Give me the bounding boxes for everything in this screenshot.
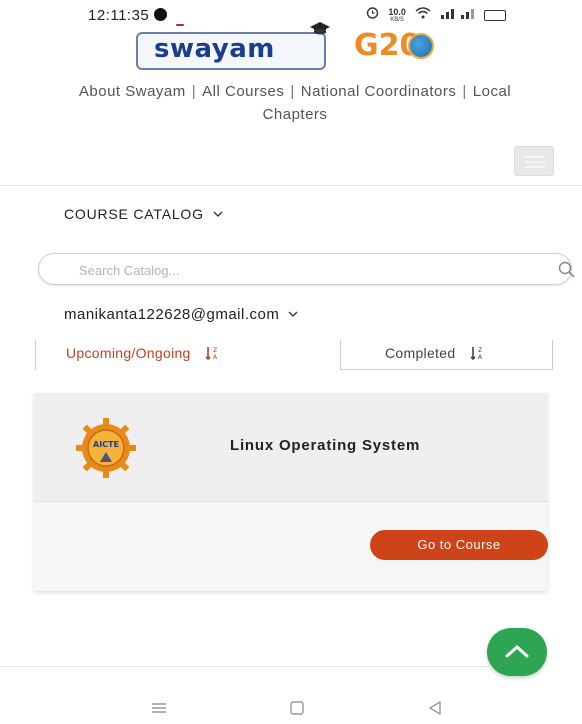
aicte-logo: AICTE <box>76 418 136 478</box>
g20-logo: G20 <box>354 28 438 68</box>
signal-icon <box>440 7 475 22</box>
status-icons: 10.0 KB/S <box>366 6 512 24</box>
search-catalog-box <box>38 253 575 285</box>
menu-icon <box>525 156 545 158</box>
swayam-logo-text: swayam <box>154 34 275 64</box>
menu-icon-line <box>525 166 545 168</box>
course-catalog-label: COURSE CATALOG <box>64 206 204 222</box>
aicte-logo-text: AICTE <box>93 440 119 449</box>
home-icon[interactable] <box>285 698 309 718</box>
header-nav: About Swayam | All Courses | National Coordi… <box>60 80 530 126</box>
chevron-down-icon <box>213 211 222 217</box>
status-time: 12:11:35 <box>88 7 150 24</box>
divider <box>0 185 582 186</box>
nav-separator: | <box>191 83 197 100</box>
net-speed-value: 10.0 <box>388 6 406 17</box>
course-card: AICTE Linux Operating System Go to Cours… <box>34 393 548 591</box>
tab-completed[interactable]: Completed ZA <box>341 340 553 370</box>
nav-separator: | <box>462 83 467 100</box>
course-title[interactable]: Linux Operating System <box>230 437 420 454</box>
svg-text:Z: Z <box>478 347 482 354</box>
swayam-logo-tag <box>176 24 184 26</box>
course-tabs: Upcoming/Ongoing ZA Completed ZA <box>35 340 553 370</box>
alarm-icon <box>366 6 379 22</box>
sort-icon[interactable]: ZA <box>205 345 221 361</box>
menu-button[interactable] <box>514 146 554 176</box>
net-speed: 10.0 KB/S <box>388 6 406 24</box>
nav-link-all-courses[interactable]: All Courses <box>202 83 284 100</box>
swayam-logo[interactable]: swayam <box>136 22 330 70</box>
menu-icon[interactable] <box>147 698 171 718</box>
sort-icon[interactable]: ZA <box>470 345 486 361</box>
svg-text:Z: Z <box>213 347 217 354</box>
search-input[interactable] <box>79 260 499 280</box>
user-account-dropdown[interactable]: manikanta122628@gmail.com <box>64 306 298 323</box>
search-icon[interactable] <box>557 260 577 280</box>
chevron-up-icon <box>505 645 529 658</box>
nav-link-about-swayam[interactable]: About Swayam <box>79 83 186 100</box>
svg-text:A: A <box>478 354 483 361</box>
divider <box>0 666 490 667</box>
wifi-icon <box>415 7 431 22</box>
back-icon[interactable] <box>423 698 447 718</box>
android-nav-bar <box>0 690 582 724</box>
course-catalog-dropdown[interactable]: COURSE CATALOG <box>64 206 223 222</box>
user-email: manikanta122628@gmail.com <box>64 306 280 323</box>
tab-label: Upcoming/Ongoing <box>66 345 191 361</box>
chevron-down-icon <box>288 311 298 317</box>
tab-label: Completed <box>385 345 456 361</box>
go-to-course-button[interactable]: Go to Course <box>370 530 548 560</box>
battery-icon <box>483 10 506 22</box>
svg-text:A: A <box>213 354 218 361</box>
scroll-to-top-button[interactable] <box>487 628 547 676</box>
notification-dot-icon <box>154 8 167 21</box>
globe-icon <box>408 33 434 59</box>
tab-upcoming-ongoing[interactable]: Upcoming/Ongoing ZA <box>35 340 341 370</box>
graduation-cap-icon <box>310 22 330 35</box>
net-speed-unit: KB/S <box>390 16 404 23</box>
nav-separator: | <box>290 83 295 100</box>
nav-link-national-coordinators[interactable]: National Coordinators <box>301 83 457 100</box>
menu-icon-line <box>525 161 545 163</box>
